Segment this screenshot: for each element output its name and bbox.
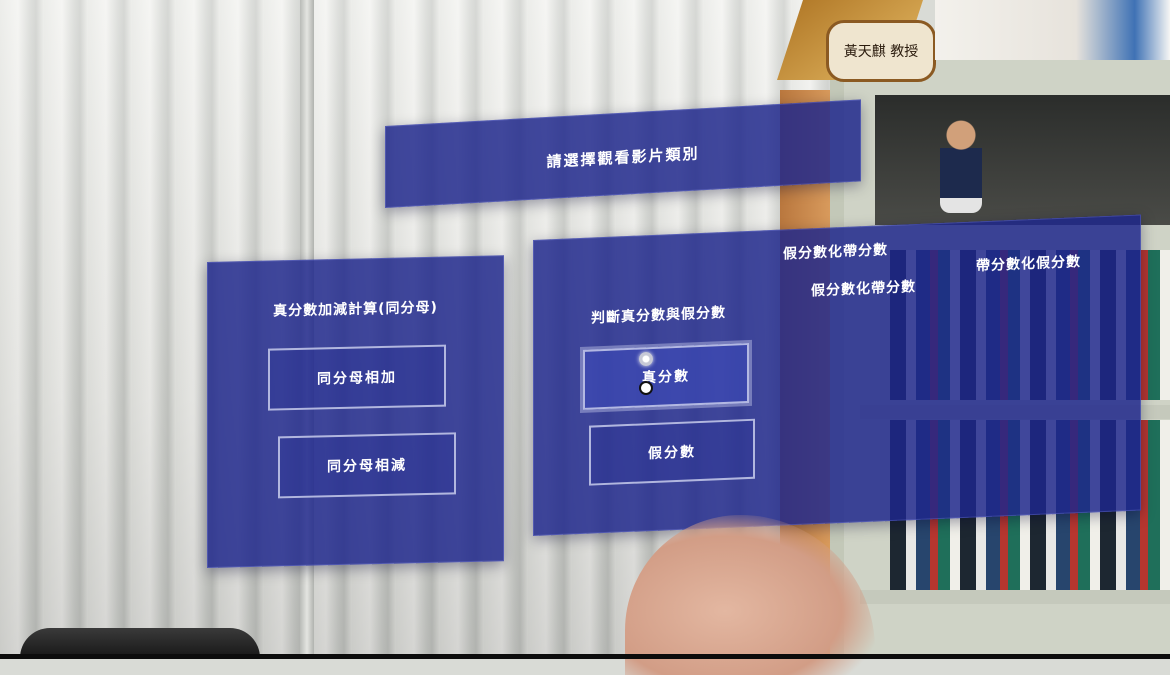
- nameplate-text: 黃天麒 教授: [843, 44, 919, 60]
- button-label: 同分母相減: [327, 457, 407, 476]
- proper-fraction-button[interactable]: 真分數: [583, 342, 749, 410]
- same-denominator-add-button[interactable]: 同分母相加: [268, 344, 446, 411]
- judge-fraction-heading: 判斷真分數與假分數: [591, 304, 726, 327]
- bobblehead-figure: [940, 118, 982, 213]
- hand-ray-cursor-icon: [639, 381, 653, 395]
- nameplate: 黃天麒 教授: [826, 20, 936, 82]
- shelf-board-bottom: [860, 590, 1170, 604]
- poster: [935, 0, 1170, 60]
- improper-fraction-button[interactable]: 假分數: [589, 418, 755, 486]
- improper-to-mixed-heading[interactable]: 假分數化帶分數: [811, 276, 916, 300]
- button-label: 同分母相加: [317, 369, 397, 388]
- button-label: 假分數: [648, 444, 696, 463]
- mixed-to-improper-heading[interactable]: 帶分數化假分數: [976, 251, 1081, 275]
- gaze-cursor-icon: [639, 352, 653, 366]
- improper-fraction-panel: 假分數化帶分數 判斷真分數與假分數 假分數化帶分數 帶分數化假分數 真分數 假分…: [533, 214, 1141, 536]
- panel-heading: 真分數加減計算(同分母): [273, 299, 438, 320]
- shelf-compartment: [875, 95, 1170, 225]
- fraction-add-subtract-panel: 真分數加減計算(同分母) 同分母相加 同分母相減: [207, 255, 504, 568]
- same-denominator-subtract-button[interactable]: 同分母相減: [278, 432, 456, 499]
- bottom-edge: [0, 654, 1170, 659]
- page-title: 請選擇觀看影片類別: [546, 144, 700, 171]
- section-title: 假分數化帶分數: [783, 242, 888, 263]
